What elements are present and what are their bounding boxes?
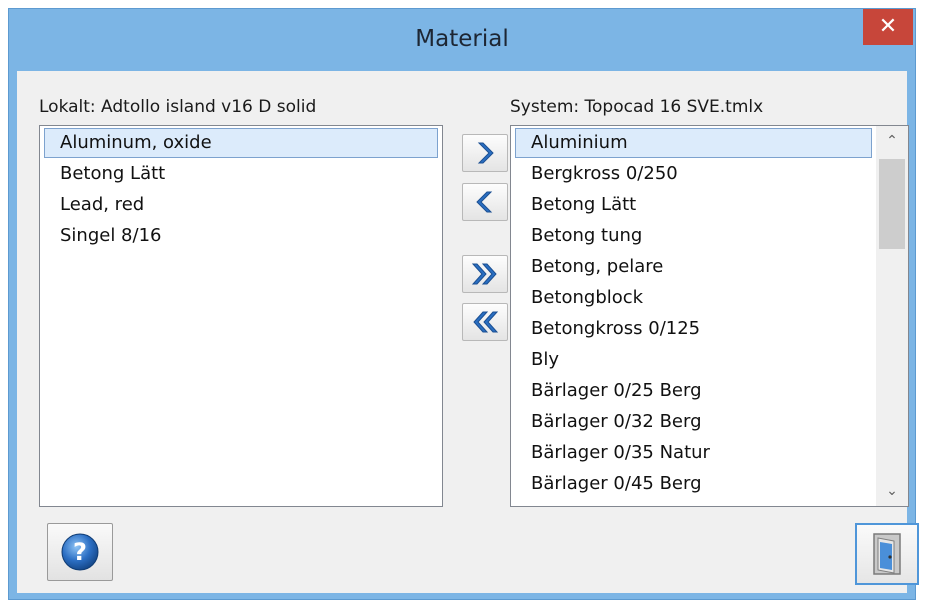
scroll-down-icon[interactable]: ⌄ — [876, 476, 908, 506]
move-right-button[interactable] — [462, 134, 508, 172]
move-left-button[interactable] — [462, 183, 508, 221]
list-item[interactable]: Aluminum, oxide — [44, 128, 438, 158]
list-item[interactable]: Bärlager 0/45 Berg — [511, 468, 876, 499]
list-item[interactable]: Aluminium — [515, 128, 872, 158]
list-item[interactable]: Bärlager 0/35 Natur — [511, 437, 876, 468]
double-chevron-right-icon — [471, 263, 497, 285]
window-title: Material — [415, 26, 509, 52]
exit-button[interactable] — [855, 523, 919, 585]
chevron-left-icon — [476, 191, 493, 213]
system-materials-list[interactable]: Aluminium Bergkross 0/250 Betong Lätt Beton… — [510, 125, 909, 507]
list-item[interactable]: Bärlager 0/25 Berg — [511, 375, 876, 406]
list-item[interactable]: Betong Lätt — [40, 158, 442, 189]
list-item[interactable]: Bärlager 0/32 Berg — [511, 406, 876, 437]
local-materials-list[interactable]: Aluminum, oxide Betong Lätt Lead, red Singe… — [39, 125, 443, 507]
scroll-thumb[interactable] — [879, 159, 905, 249]
move-all-left-button[interactable] — [462, 303, 508, 341]
list-item[interactable]: Betong, pelare — [511, 251, 876, 282]
list-item[interactable]: Singel 8/16 — [40, 220, 442, 251]
list-item[interactable]: Betong tung — [511, 220, 876, 251]
local-list-label: Lokalt: Adtollo island v16 D solid — [39, 97, 317, 117]
list-item[interactable]: Betong Lätt — [511, 189, 876, 220]
material-dialog: Material ✕ Lokalt: Adtollo island v16 D … — [8, 8, 919, 600]
double-chevron-left-icon — [473, 311, 499, 333]
question-icon: ? — [61, 533, 99, 571]
svg-text:?: ? — [73, 538, 87, 566]
help-button[interactable]: ? — [47, 523, 113, 581]
title-bar[interactable]: Material ✕ — [9, 9, 915, 73]
door-icon — [873, 533, 901, 575]
chevron-right-icon — [477, 142, 494, 164]
system-list-label: System: Topocad 16 SVE.tmlx — [510, 97, 764, 117]
list-item[interactable]: Betongblock — [511, 282, 876, 313]
list-item[interactable]: Bly — [511, 344, 876, 375]
list-item[interactable]: Lead, red — [40, 189, 442, 220]
list-item[interactable]: Bergkross 0/250 — [511, 158, 876, 189]
system-list-scrollbar[interactable]: ⌃ ⌄ — [876, 126, 908, 506]
scroll-up-icon[interactable]: ⌃ — [876, 126, 908, 156]
close-icon: ✕ — [878, 14, 898, 39]
close-button[interactable]: ✕ — [863, 9, 913, 45]
dialog-body: Lokalt: Adtollo island v16 D solid Syste… — [17, 71, 919, 593]
move-all-right-button[interactable] — [462, 255, 508, 293]
list-item[interactable]: Betongkross 0/125 — [511, 313, 876, 344]
